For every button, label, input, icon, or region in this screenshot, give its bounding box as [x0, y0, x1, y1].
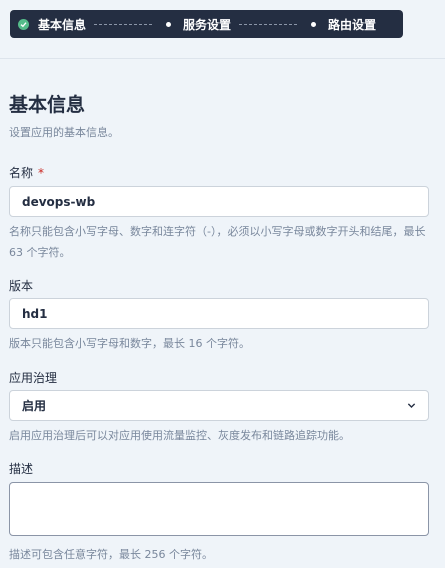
step-route-settings[interactable]: 路由设置: [305, 16, 376, 33]
governance-label: 应用治理: [9, 371, 58, 385]
version-label: 版本: [9, 279, 34, 293]
version-hint: 版本只能包含小写字母和数字，最长 16 个字符。: [9, 337, 250, 350]
check-circle-icon: [18, 18, 29, 30]
description-label: 描述: [9, 462, 34, 476]
page-subtitle: 设置应用的基本信息。: [9, 126, 119, 139]
header-divider: [0, 58, 445, 59]
description-textarea[interactable]: [9, 482, 429, 536]
name-label: 名称 *: [9, 164, 44, 181]
governance-select[interactable]: 启用: [9, 390, 429, 421]
version-input-value: hd1: [22, 306, 48, 321]
chevron-down-icon: [407, 403, 416, 408]
step-divider: [94, 23, 153, 25]
description-hint: 描述可包含任意字符，最长 256 个字符。: [9, 548, 213, 561]
step-navigation: 基本信息 服务设置 路由设置: [10, 10, 403, 38]
name-label-text: 名称: [9, 166, 34, 180]
name-input[interactable]: devops-wb: [9, 186, 429, 217]
step-divider: [239, 23, 298, 25]
required-mark: *: [38, 166, 45, 180]
name-hint: 名称只能包含小写字母、数字和连字符（-），必须以小写字母或数字开头和结尾，最长 …: [9, 225, 426, 259]
step-basic-info[interactable]: 基本信息: [18, 16, 86, 33]
page-title: 基本信息: [9, 94, 86, 116]
dot-icon: [166, 21, 172, 27]
governance-hint: 启用应用治理后可以对应用使用流量监控、灰度发布和链路追踪功能。: [9, 429, 350, 442]
name-input-value: devops-wb: [22, 194, 96, 209]
version-input[interactable]: hd1: [9, 298, 429, 329]
step-label: 路由设置: [328, 17, 377, 32]
governance-selected-value: 启用: [22, 399, 47, 413]
step-service-settings[interactable]: 服务设置: [160, 16, 231, 33]
dot-icon: [311, 21, 317, 27]
step-label: 服务设置: [183, 17, 232, 32]
step-label: 基本信息: [38, 17, 87, 32]
